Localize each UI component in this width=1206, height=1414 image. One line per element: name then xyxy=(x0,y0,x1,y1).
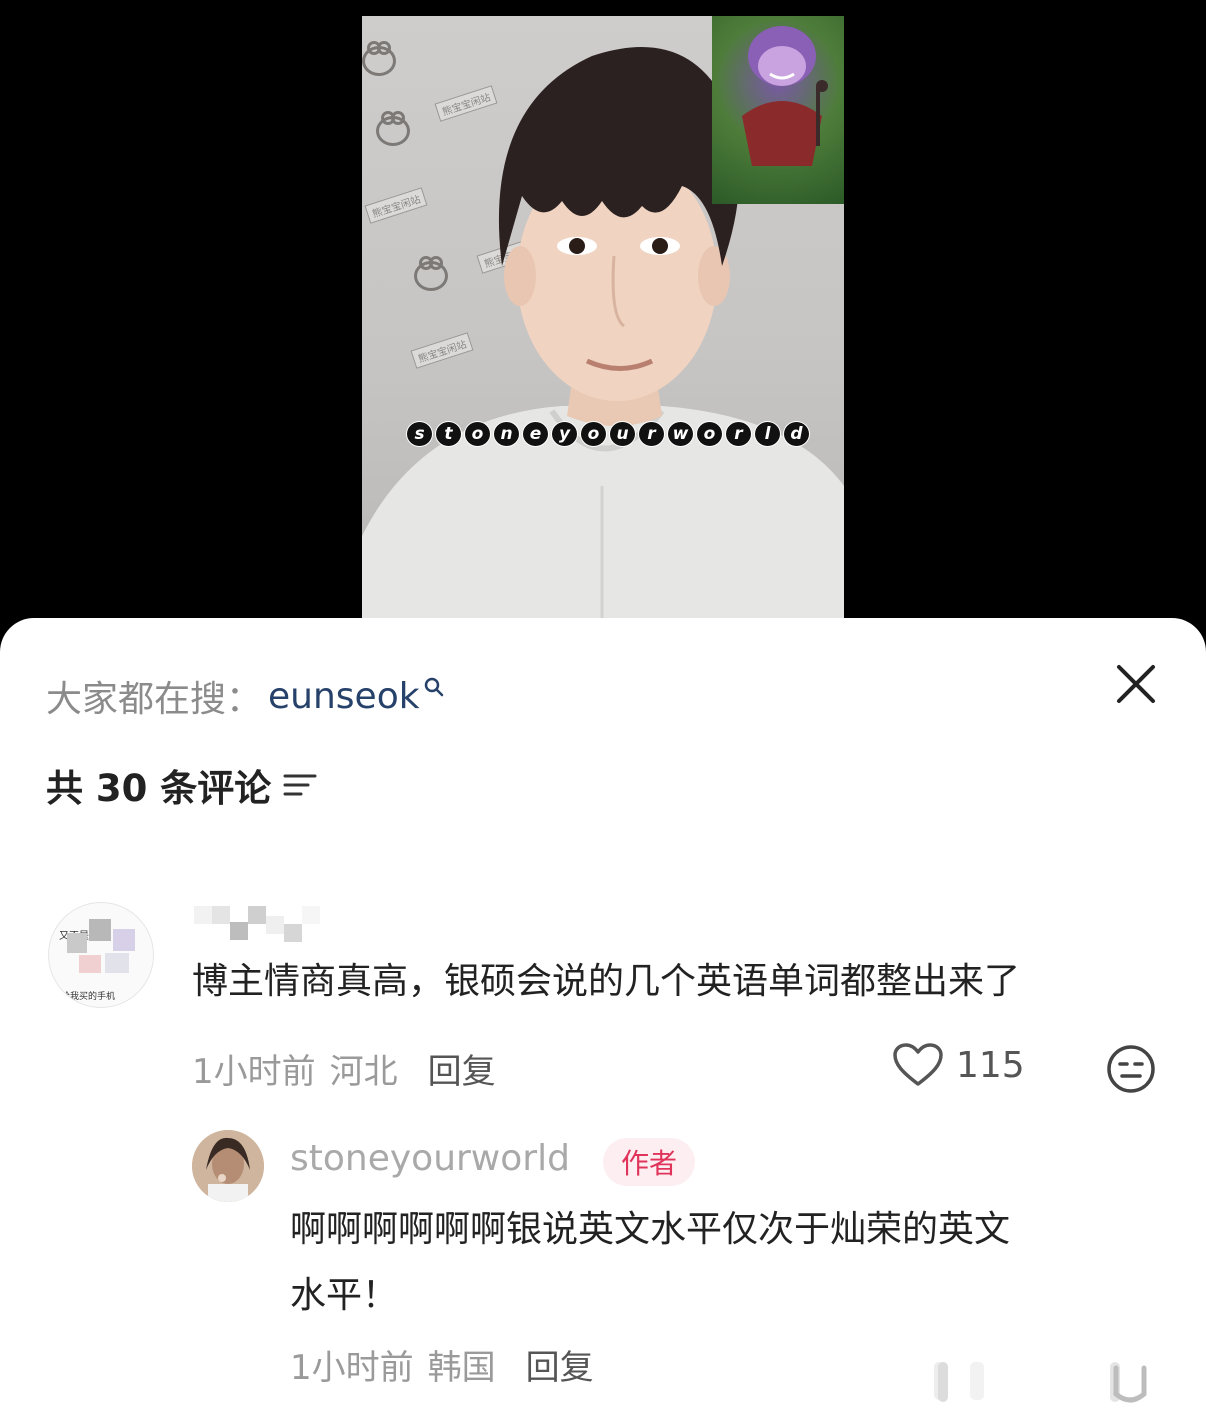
subtitle-letter: l xyxy=(754,421,781,447)
reply-text-line1: 啊啊啊啊啊啊银说英文水平仅次于灿荣的英文 xyxy=(290,1209,1011,1250)
author-badge: 作者 xyxy=(603,1138,696,1186)
comment-item: 又不是 给我买的手机 博主情商真高，银硕会说的几个英语单词都整出来了 1小时前 … xyxy=(0,898,1206,1414)
reply-time: 1小时前 xyxy=(290,1348,414,1388)
heart-icon xyxy=(893,1043,943,1086)
search-icon xyxy=(424,677,443,697)
subtitle-letter: s xyxy=(406,421,433,447)
close-icon[interactable] xyxy=(1114,662,1158,706)
trending-search-term[interactable]: eunseok xyxy=(268,676,420,717)
subtitle-letter: u xyxy=(609,421,636,447)
subtitle-letter: n xyxy=(493,421,520,447)
subtitle-letter: r xyxy=(725,421,752,447)
avatar-blur xyxy=(67,933,87,953)
trending-search[interactable]: 大家都在搜： eunseok xyxy=(46,670,444,722)
subtitle-letter: o xyxy=(580,421,607,447)
subtitle-letter: o xyxy=(696,421,723,447)
comment-time: 1小时前 xyxy=(192,1052,316,1092)
sort-icon[interactable] xyxy=(283,770,317,800)
like-count: 115 xyxy=(956,1044,1025,1086)
avatar-caption-bottom: 给我买的手机 xyxy=(61,992,116,1002)
author-username[interactable]: stoneyourworld xyxy=(290,1138,570,1179)
pip-game-art xyxy=(712,16,844,204)
subtitle-letter: d xyxy=(783,421,810,447)
subtitle-letter: r xyxy=(638,421,665,447)
subtitle-letter: t xyxy=(435,421,462,447)
comment-meta: 1小时前 河北 回复 xyxy=(192,1044,496,1093)
comment-count: 共 30 条评论 xyxy=(46,767,272,810)
subtitle-letter: o xyxy=(464,421,491,447)
username-blurred[interactable] xyxy=(194,906,320,942)
subtitle-letter: w xyxy=(667,421,694,447)
avatar-blur xyxy=(79,955,101,973)
video-player[interactable]: 熊宝宝闲站 熊宝宝闲站 熊宝宝闲站 熊宝宝闲站 xyxy=(0,0,1206,640)
video-frame[interactable]: 熊宝宝闲站 熊宝宝闲站 熊宝宝闲站 熊宝宝闲站 xyxy=(362,16,844,626)
reply-meta: 1小时前 韩国 回复 xyxy=(290,1340,594,1389)
reply-button[interactable]: 回复 xyxy=(428,1044,496,1093)
trending-search-label: 大家都在搜： xyxy=(46,679,263,720)
subtitle-letter: y xyxy=(551,421,578,447)
comment-location: 河北 xyxy=(329,1052,398,1092)
comment-text: 博主情商真高，银硕会说的几个英语单词都整出来了 xyxy=(192,961,1021,1002)
avatar-blur xyxy=(113,929,135,951)
comment-sheet: 大家都在搜： eunseok 共 30 条评论 又不是 给我买的手机 xyxy=(0,618,1206,1414)
like-button[interactable]: 115 xyxy=(892,1042,1025,1088)
subtitle-letter: e xyxy=(522,421,549,447)
comment-count-row: 共 30 条评论 xyxy=(46,758,317,812)
avatar-blur xyxy=(89,919,111,941)
video-subtitle: stoneyourworld xyxy=(406,421,810,447)
avatar-blur xyxy=(105,953,129,973)
avatar[interactable]: 又不是 给我买的手机 xyxy=(48,902,154,1008)
reply-button[interactable]: 回复 xyxy=(526,1340,594,1389)
reply-text-line2: 水平！ xyxy=(290,1275,399,1316)
emoji-reaction-icon[interactable] xyxy=(1106,1044,1156,1094)
scroll-indicator xyxy=(934,1362,1147,1403)
author-avatar[interactable] xyxy=(192,1130,264,1202)
reply-location: 韩国 xyxy=(427,1348,496,1388)
